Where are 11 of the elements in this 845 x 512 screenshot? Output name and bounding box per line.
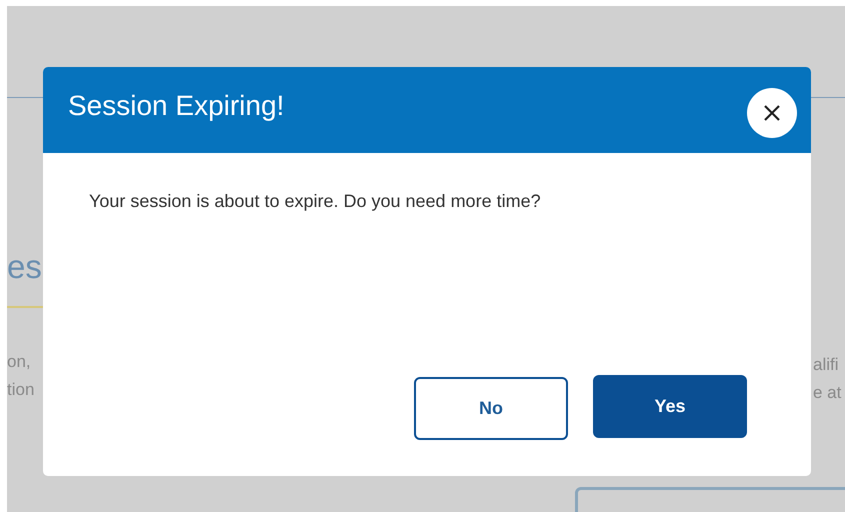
dialog-message: Your session is about to expire. Do you need more time? — [89, 191, 542, 212]
text-fragment: on, — [7, 351, 31, 373]
text-fragment: e at — [813, 382, 842, 404]
text-fragment: alifi — [813, 354, 840, 376]
confirm-button[interactable]: Yes — [593, 375, 747, 438]
dialog-title: Session Expiring! — [68, 90, 284, 122]
cancel-button[interactable]: No — [414, 377, 568, 440]
text-fragment: tion — [7, 379, 34, 401]
heading-fragment: es — [7, 247, 42, 287]
close-button[interactable] — [747, 88, 797, 138]
close-icon — [763, 104, 781, 122]
